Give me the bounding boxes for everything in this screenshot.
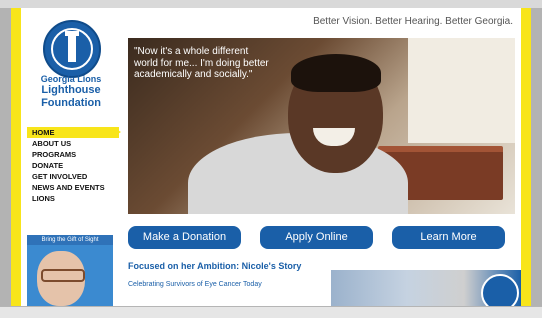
org-name-line3: Foundation: [41, 96, 101, 109]
promo-glasses-icon: [41, 269, 85, 282]
feature-title[interactable]: Focused on her Ambition: Nicole's Story: [128, 261, 313, 271]
nav-item-lions[interactable]: LIONS: [27, 193, 119, 204]
hero-hair: [291, 54, 381, 92]
lighthouse-tower-icon: [68, 34, 76, 62]
feature-subtitle[interactable]: Celebrating Survivors of Eye Cancer Toda…: [128, 281, 313, 288]
hero-window: [408, 38, 515, 143]
status-bar: [0, 306, 542, 318]
promo-banner[interactable]: Bring the Gift of Sight: [27, 235, 113, 306]
apply-online-button[interactable]: Apply Online: [260, 226, 373, 249]
photo-strip: [331, 270, 521, 306]
org-name-line2: Lighthouse: [41, 84, 101, 97]
right-margin: [531, 8, 542, 306]
left-margin: [0, 8, 11, 306]
nav-item-get-involved[interactable]: GET INVOLVED: [27, 171, 119, 182]
lions-logo-icon[interactable]: [43, 20, 101, 78]
active-nav-arrow-icon: [113, 127, 121, 137]
hero-quote: "Now it's a whole different world for me…: [134, 46, 269, 80]
make-donation-button[interactable]: Make a Donation: [128, 226, 241, 249]
nav-item-news-and-events[interactable]: NEWS AND EVENTS: [27, 182, 119, 193]
organization-name[interactable]: Georgia Lions Lighthouse Foundation: [23, 74, 119, 110]
hero-image: "Now it's a whole different world for me…: [128, 38, 515, 214]
site-tagline: Better Vision. Better Hearing. Better Ge…: [313, 16, 513, 27]
main-nav: HOME ABOUT US PROGRAMS DONATE GET INVOLV…: [27, 127, 121, 204]
left-yellow-border: [11, 8, 21, 306]
nav-item-about-us[interactable]: ABOUT US: [27, 138, 119, 149]
nav-item-home[interactable]: HOME: [27, 127, 119, 138]
promo-band-text: Bring the Gift of Sight: [27, 235, 113, 245]
nav-item-programs[interactable]: PROGRAMS: [27, 149, 119, 160]
learn-more-button[interactable]: Learn More: [392, 226, 505, 249]
nav-item-donate[interactable]: DONATE: [27, 160, 119, 171]
right-yellow-border: [521, 8, 531, 306]
page-content: Better Vision. Better Hearing. Better Ge…: [21, 8, 521, 306]
seal-icon: [481, 274, 519, 306]
org-name-line1: Georgia Lions: [40, 74, 102, 84]
feature-story: Focused on her Ambition: Nicole's Story …: [128, 261, 313, 288]
